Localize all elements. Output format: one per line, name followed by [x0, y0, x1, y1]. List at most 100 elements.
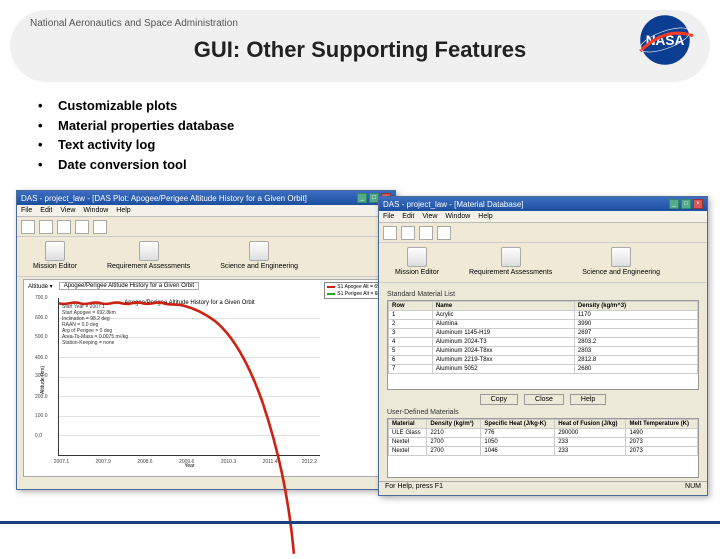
close-icon[interactable]: ×: [693, 199, 703, 209]
usr-table-wrap[interactable]: Material Density (kg/m³) Specific Heat (…: [387, 418, 699, 478]
table-row[interactable]: 7Aluminum 50522680: [389, 365, 698, 374]
menu-item[interactable]: Edit: [40, 207, 52, 214]
tool-icon[interactable]: [39, 220, 53, 234]
help-button[interactable]: Help: [570, 394, 606, 405]
bullet-text: Material properties database: [58, 118, 234, 133]
plot-window: DAS - project_law - [DAS Plot: Apogee/Pe…: [16, 190, 396, 490]
maximize-icon[interactable]: □: [681, 199, 691, 209]
nasa-logo: NASA: [634, 14, 696, 66]
tool-icon[interactable]: [93, 220, 107, 234]
col-header[interactable]: Density (kg/m³): [427, 420, 481, 429]
menu-item[interactable]: File: [21, 207, 32, 214]
std-table-wrap[interactable]: RowNameDensity (kg/m^3) 1Acrylic1170 2Al…: [387, 300, 699, 390]
tool-icon[interactable]: [401, 226, 415, 240]
big-tabs: Mission Editor Requirement Assessments S…: [379, 243, 707, 283]
table-row[interactable]: 4Aluminum 2024-T32803.2: [389, 338, 698, 347]
legend: S1 Apogee Alt = 692 S1 Perigee Alt = 685: [324, 282, 386, 299]
col-header[interactable]: Material: [389, 420, 427, 429]
tool-icon[interactable]: [383, 226, 397, 240]
tab-label: Requirement Assessments: [469, 269, 552, 276]
toolbar: [17, 217, 395, 237]
button-row: Copy Close Help: [387, 394, 699, 405]
db-body: Standard Material List RowNameDensity (k…: [387, 289, 699, 489]
y-tick: 600.0: [35, 315, 48, 321]
window-titlebar[interactable]: DAS - project_law - [Material Database] …: [379, 197, 707, 211]
y-tick: 700.0: [35, 295, 48, 301]
tab-sci-eng[interactable]: Science and Engineering: [582, 247, 660, 278]
table-row[interactable]: Nextel270010502332073: [389, 438, 698, 447]
tab-req-assess[interactable]: Requirement Assessments: [107, 241, 190, 272]
slide-title: GUI: Other Supporting Features: [30, 37, 690, 63]
area-toggle[interactable]: Altitude ▾: [28, 283, 53, 290]
bullet-text: Customizable plots: [58, 98, 177, 113]
info-line: Station-Keeping = none: [62, 340, 128, 346]
status-num: NUM: [685, 483, 701, 494]
close-button[interactable]: Close: [524, 394, 564, 405]
footer-rule: [0, 521, 720, 524]
legend-swatch: [327, 293, 335, 295]
status-text: For Help, press F1: [385, 483, 443, 494]
menu-item[interactable]: Edit: [402, 213, 414, 220]
header-banner: National Aeronautics and Space Administr…: [10, 10, 710, 82]
tool-icon[interactable]: [75, 220, 89, 234]
flask-icon: [249, 241, 269, 261]
tab-sci-eng[interactable]: Science and Engineering: [220, 241, 298, 272]
tool-icon[interactable]: [419, 226, 433, 240]
table-row[interactable]: 2Alumina3990: [389, 320, 698, 329]
table-row[interactable]: 3Aluminum 1145-H192697: [389, 329, 698, 338]
col-header[interactable]: Density (kg/m^3): [574, 302, 697, 311]
orbit-info: Start Year = 2007.1 Start Apogee = 692.8…: [62, 304, 128, 346]
y-tick: 100.0: [35, 413, 48, 419]
org-label: National Aeronautics and Space Administr…: [30, 18, 690, 29]
tab-req-assess[interactable]: Requirement Assessments: [469, 247, 552, 278]
window-titlebar[interactable]: DAS - project_law - [DAS Plot: Apogee/Pe…: [17, 191, 395, 205]
tab-label: Mission Editor: [33, 263, 77, 270]
table-row[interactable]: 1Acrylic1170: [389, 311, 698, 320]
tool-icon[interactable]: [437, 226, 451, 240]
col-header[interactable]: Row: [389, 302, 433, 311]
table-row[interactable]: Nextel270010462332073: [389, 447, 698, 456]
bullet-text: Date conversion tool: [58, 157, 187, 172]
menubar: File Edit View Window Help: [379, 211, 707, 223]
screenshot-area: DAS - project_law - [DAS Plot: Apogee/Pe…: [16, 190, 708, 512]
bullet-text: Text activity log: [58, 137, 155, 152]
y-tick: 400.0: [35, 355, 48, 361]
minimize-icon[interactable]: _: [669, 199, 679, 209]
menu-item[interactable]: File: [383, 213, 394, 220]
col-header[interactable]: Name: [432, 302, 574, 311]
menu-item[interactable]: Help: [478, 213, 492, 220]
checklist-icon: [139, 241, 159, 261]
slide: National Aeronautics and Space Administr…: [0, 0, 720, 540]
tool-icon[interactable]: [57, 220, 71, 234]
menu-item[interactable]: Window: [83, 207, 108, 214]
col-header[interactable]: Specific Heat (J/kg-K): [481, 420, 555, 429]
y-tick: 200.0: [35, 394, 48, 400]
menu-item[interactable]: View: [422, 213, 437, 220]
plot-type-select[interactable]: Apogee/Perigee Altitude History for a Gi…: [59, 282, 199, 290]
tab-label: Science and Engineering: [582, 269, 660, 276]
usr-label: User-Defined Materials: [387, 409, 699, 416]
status-bar: For Help, press F1 NUM: [379, 481, 707, 495]
y-tick: 500.0: [35, 334, 48, 340]
checklist-icon: [501, 247, 521, 267]
tab-mission-editor[interactable]: Mission Editor: [395, 247, 439, 278]
legend-swatch: [327, 286, 335, 288]
table-row[interactable]: ULE Glass22107762900001490: [389, 429, 698, 438]
db-window: DAS - project_law - [Material Database] …: [378, 196, 708, 496]
copy-button[interactable]: Copy: [480, 394, 518, 405]
plot-area: Altitude ▾ Apogee/Perigee Altitude Histo…: [23, 279, 389, 477]
col-header[interactable]: Melt Temperature (K): [626, 420, 698, 429]
std-label: Standard Material List: [387, 291, 699, 298]
table-row[interactable]: 6Aluminum 2219-T8xx2812.8: [389, 356, 698, 365]
minimize-icon[interactable]: _: [357, 193, 367, 203]
y-tick: 300.0: [35, 373, 48, 379]
menu-item[interactable]: Window: [445, 213, 470, 220]
legend-label: S1 Perigee Alt = 685: [337, 291, 383, 298]
menu-item[interactable]: Help: [116, 207, 130, 214]
tool-icon[interactable]: [21, 220, 35, 234]
tab-label: Requirement Assessments: [107, 263, 190, 270]
table-row[interactable]: 5Aluminum 2024-T8xx2803: [389, 347, 698, 356]
col-header[interactable]: Heat of Fusion (J/kg): [555, 420, 626, 429]
menu-item[interactable]: View: [60, 207, 75, 214]
tab-mission-editor[interactable]: Mission Editor: [33, 241, 77, 272]
